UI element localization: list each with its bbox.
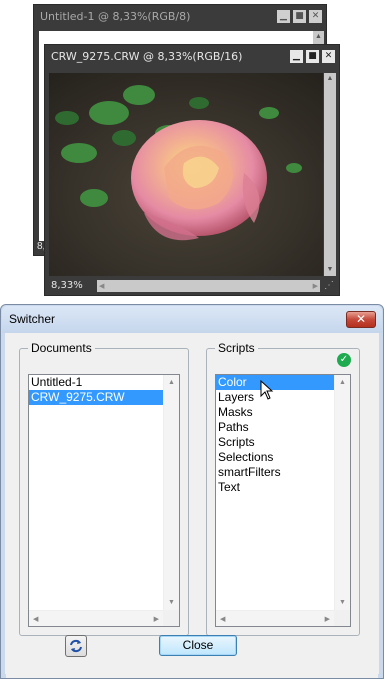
- list-item[interactable]: Layers: [216, 390, 350, 405]
- dialog-close-button[interactable]: ✕: [346, 311, 376, 328]
- scripts-items: Color Layers Masks Paths Scripts Selections sm…: [216, 375, 350, 495]
- scroll-up-icon[interactable]: ▲: [313, 31, 324, 43]
- list-item[interactable]: Selections: [216, 450, 350, 465]
- scripts-group: Scripts ✓ Color Layers Masks Paths Scripts Se…: [206, 341, 360, 636]
- dialog-body: Documents Untitled-1 CRW_9275.CRW ▲ ▼ ◀ ▶…: [6, 333, 378, 678]
- scroll-right-icon[interactable]: ▶: [325, 615, 330, 623]
- close-icon[interactable]: ✕: [309, 10, 322, 23]
- list-item[interactable]: Color: [216, 375, 350, 390]
- scrollbar-corner: [334, 610, 350, 626]
- minimize-icon[interactable]: ▁: [277, 10, 290, 23]
- zoom-readout[interactable]: 8,33%: [51, 279, 83, 293]
- scroll-left-icon[interactable]: ◀: [33, 615, 38, 623]
- documents-group: Documents Untitled-1 CRW_9275.CRW ▲ ▼ ◀ ▶: [19, 341, 189, 636]
- scroll-up-icon[interactable]: ▲: [339, 379, 346, 386]
- horizontal-scrollbar[interactable]: ◀ ▶: [97, 280, 320, 292]
- list-horizontal-scrollbar[interactable]: ◀ ▶: [216, 610, 334, 626]
- scripts-list[interactable]: Color Layers Masks Paths Scripts Selections sm…: [215, 374, 351, 627]
- scroll-down-icon[interactable]: ▼: [168, 599, 175, 606]
- scroll-up-icon[interactable]: ▲: [168, 379, 175, 386]
- vertical-scrollbar[interactable]: ▲ ▼: [324, 73, 336, 276]
- list-vertical-scrollbar[interactable]: ▲ ▼: [163, 375, 179, 610]
- list-item[interactable]: Paths: [216, 420, 350, 435]
- documents-items: Untitled-1 CRW_9275.CRW: [29, 375, 179, 405]
- mouse-pointer-icon: [260, 380, 274, 400]
- dialog-title: Switcher: [9, 312, 56, 326]
- list-horizontal-scrollbar[interactable]: ◀ ▶: [29, 610, 163, 626]
- list-item[interactable]: CRW_9275.CRW: [29, 390, 179, 405]
- minimize-icon[interactable]: ▁: [290, 50, 303, 63]
- scroll-down-icon[interactable]: ▼: [324, 264, 336, 276]
- scroll-up-icon[interactable]: ▲: [324, 73, 336, 85]
- scroll-down-icon[interactable]: ▼: [339, 599, 346, 606]
- dialog-titlebar[interactable]: Switcher ✕: [2, 306, 382, 333]
- maximize-icon[interactable]: ■: [306, 50, 319, 63]
- refresh-icon: [70, 639, 82, 653]
- scroll-right-icon[interactable]: ▶: [313, 282, 318, 290]
- window-controls: ▁ ■ ✕: [277, 10, 322, 23]
- scroll-left-icon[interactable]: ◀: [99, 282, 104, 290]
- rose-photo[interactable]: [49, 73, 323, 276]
- list-item[interactable]: Untitled-1: [29, 375, 179, 390]
- documents-list[interactable]: Untitled-1 CRW_9275.CRW ▲ ▼ ◀ ▶: [28, 374, 180, 627]
- status-bar: 8,33% ◀ ▶ ⋰: [49, 279, 336, 293]
- refresh-button[interactable]: [65, 635, 87, 657]
- scrollbar-corner: [163, 610, 179, 626]
- list-item[interactable]: Masks: [216, 405, 350, 420]
- close-icon[interactable]: ✕: [322, 50, 335, 63]
- resize-grip-icon[interactable]: ⋰: [322, 279, 336, 293]
- list-item[interactable]: smartFilters: [216, 465, 350, 480]
- documents-legend: Documents: [28, 341, 95, 355]
- window-controls: ▁ ■ ✕: [290, 50, 335, 63]
- close-button[interactable]: Close: [159, 635, 237, 656]
- list-item[interactable]: Scripts: [216, 435, 350, 450]
- switcher-dialog: Switcher ✕ Documents Untitled-1 CRW_9275.…: [0, 304, 384, 679]
- document-window-crw[interactable]: CRW_9275.CRW @ 8,33%(RGB/16) ▁ ■ ✕ ▲ ▼ 8…: [44, 44, 340, 296]
- maximize-icon[interactable]: ■: [293, 10, 306, 23]
- list-vertical-scrollbar[interactable]: ▲ ▼: [334, 375, 350, 610]
- list-item[interactable]: Text: [216, 480, 350, 495]
- check-circle-icon: ✓: [337, 353, 351, 367]
- scroll-left-icon[interactable]: ◀: [220, 615, 225, 623]
- scroll-right-icon[interactable]: ▶: [154, 615, 159, 623]
- scripts-legend: Scripts: [215, 341, 258, 355]
